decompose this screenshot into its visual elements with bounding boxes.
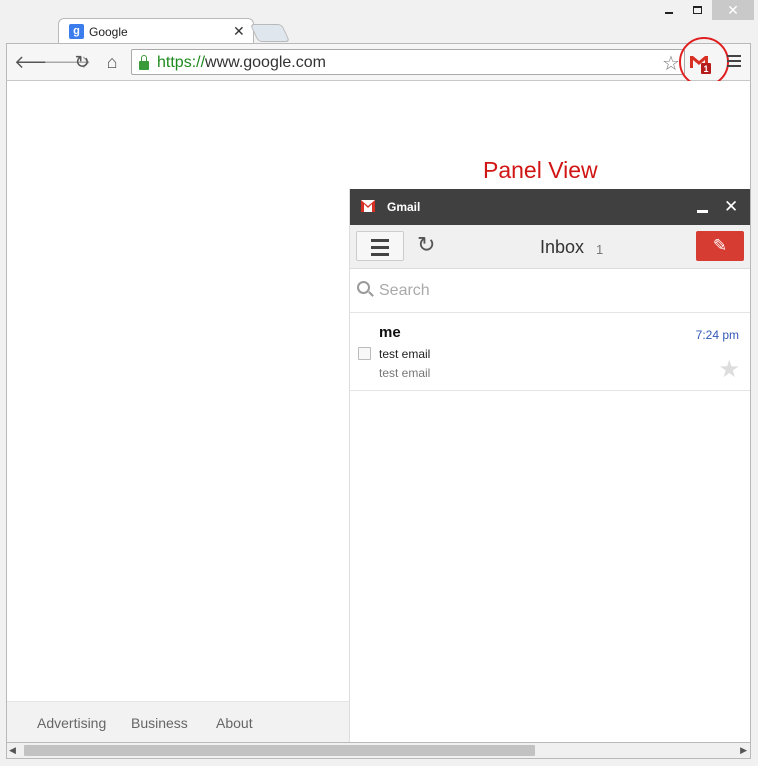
- message-subject: test email: [379, 347, 431, 361]
- gmail-panel: Gmail ✕ ↻ Inbox 1 ✎ Search me 7:24 pm te…: [349, 189, 750, 742]
- panel-minimize-icon[interactable]: [697, 210, 708, 213]
- scroll-right-icon[interactable]: ▶: [740, 745, 747, 756]
- browser-toolbar: 🡐 🡒 ↻ ⌂ https://www.google.com ☆ 1: [6, 37, 751, 87]
- chrome-menu-icon[interactable]: [725, 52, 743, 72]
- browser-window: ✕ g Google ✕ 🡐 🡒 ↻ ⌂ https://www.google.…: [0, 0, 758, 766]
- browser-tab[interactable]: g Google ✕: [58, 18, 254, 44]
- panel-title: Gmail: [387, 200, 421, 214]
- home-icon[interactable]: ⌂: [101, 52, 123, 72]
- footer-link-advertising[interactable]: Advertising: [37, 715, 106, 731]
- title-bar: ✕ g Google ✕: [0, 0, 758, 44]
- message-row[interactable]: me 7:24 pm test email test email ★: [350, 313, 750, 391]
- panel-view-label: Panel View: [483, 157, 598, 183]
- pencil-icon: ✎: [712, 236, 728, 255]
- message-time: 7:24 pm: [695, 328, 739, 342]
- scrollbar-thumb[interactable]: [24, 745, 535, 756]
- lock-icon: [139, 55, 149, 70]
- scroll-left-icon[interactable]: ◀: [9, 745, 16, 756]
- bookmark-star-icon[interactable]: ☆: [662, 51, 680, 76]
- search-icon: [357, 281, 370, 294]
- extension-badge-count: 1: [703, 64, 708, 74]
- refresh-icon[interactable]: ↻: [417, 232, 435, 258]
- panel-toolbar: ↻ Inbox 1 ✎: [350, 225, 750, 269]
- reload-icon[interactable]: ↻: [71, 52, 93, 72]
- compose-button[interactable]: ✎: [696, 231, 744, 261]
- message-checkbox[interactable]: [358, 347, 371, 360]
- star-icon[interactable]: ★: [718, 355, 740, 384]
- google-favicon-icon: g: [69, 24, 84, 39]
- back-arrow-icon[interactable]: 🡐: [14, 52, 62, 72]
- footer-link-business[interactable]: Business: [131, 715, 188, 731]
- panel-search[interactable]: Search: [350, 269, 750, 313]
- panel-menu-button[interactable]: [356, 231, 404, 261]
- google-footer: Advertising Business About: [7, 701, 351, 742]
- url-host: www.google.com: [205, 54, 326, 71]
- message-snippet: test email: [379, 366, 431, 380]
- horizontal-scrollbar[interactable]: ◀ ▶: [6, 742, 751, 759]
- inbox-count: 1: [596, 242, 604, 257]
- gmail-extension-icon[interactable]: 1: [687, 50, 711, 74]
- footer-link-about[interactable]: About: [216, 715, 253, 731]
- message-sender: me: [379, 324, 401, 341]
- tab-title: Google: [89, 25, 128, 39]
- inbox-label: Inbox: [540, 237, 585, 257]
- close-icon: ✕: [727, 1, 739, 18]
- new-tab-button[interactable]: [249, 24, 291, 42]
- minimize-button[interactable]: [656, 0, 682, 20]
- search-input[interactable]: Search: [379, 282, 430, 300]
- url-scheme: https://: [157, 54, 206, 71]
- url-text: https://www.google.com: [157, 54, 326, 72]
- address-bar[interactable]: https://www.google.com ☆: [131, 49, 685, 75]
- gmail-logo-icon: [361, 200, 375, 212]
- close-window-button[interactable]: ✕: [712, 0, 754, 20]
- maximize-button[interactable]: [684, 0, 710, 20]
- panel-close-icon[interactable]: ✕: [724, 197, 738, 217]
- forward-arrow-icon[interactable]: 🡒: [43, 52, 91, 72]
- tab-close-icon[interactable]: ✕: [233, 23, 245, 40]
- panel-titlebar: Gmail ✕: [350, 189, 750, 225]
- maximize-icon: [692, 6, 702, 14]
- minimize-icon: [665, 12, 673, 14]
